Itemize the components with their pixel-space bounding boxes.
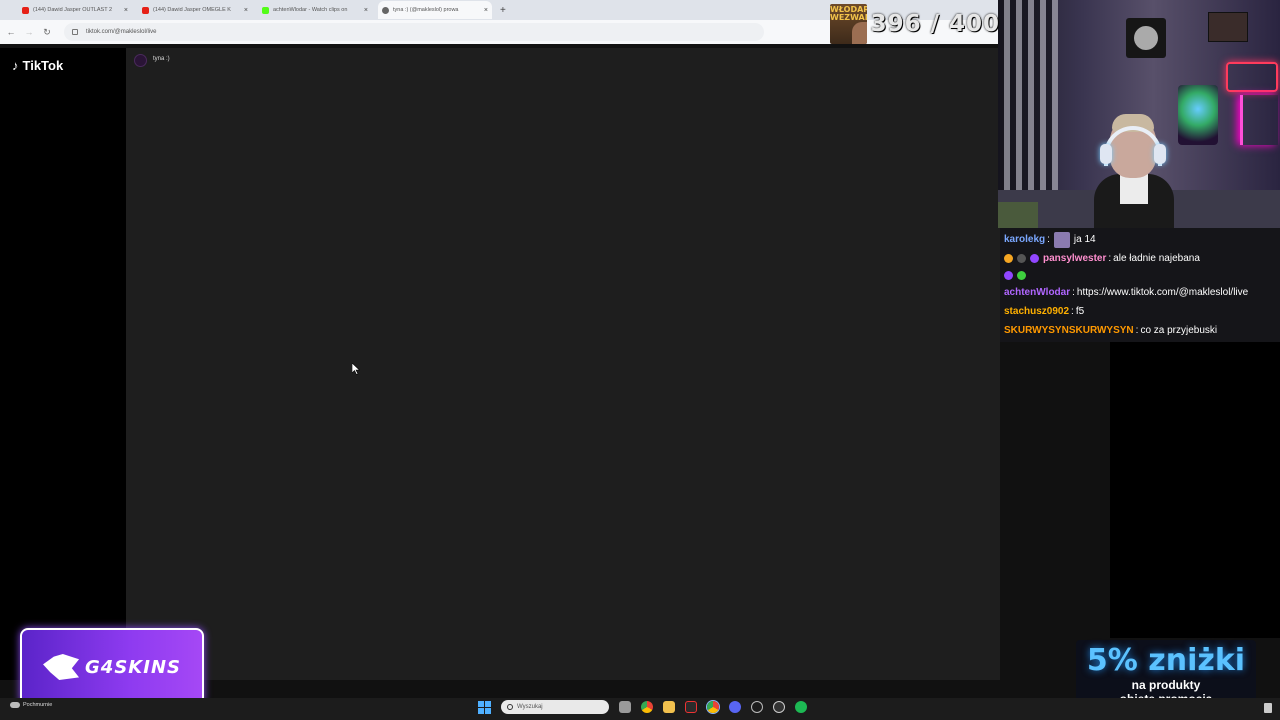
windows-taskbar: Pochmurnie Wyszukaj bbox=[0, 698, 1280, 720]
chat-message: achtenWlodar: https://www.tiktok.com/@ma… bbox=[1004, 283, 1276, 302]
reload-icon[interactable]: ↻ bbox=[42, 27, 52, 38]
tab-title: (144) Dawid Jasper OMEGLE K bbox=[153, 7, 231, 13]
screen: (144) Dawid Jasper OUTLAST 2 × (144) Daw… bbox=[0, 0, 1280, 720]
tiktok-live-area[interactable]: tyna :) bbox=[126, 48, 1000, 680]
chat-overlay: karolekg: ja 14 pansylwester: ale ładnie… bbox=[1000, 228, 1280, 342]
mic-badge-icon bbox=[1004, 271, 1013, 280]
goal-counter: 396 / 400 bbox=[870, 11, 1000, 37]
promo-headline: 5% zniżki bbox=[1086, 643, 1246, 678]
tab-title: achtenWlodar - Watch clips on bbox=[273, 7, 348, 13]
tab-close-icon[interactable]: × bbox=[484, 7, 488, 14]
mod-badge-icon bbox=[1017, 254, 1026, 263]
browser-tab-4-active[interactable]: tyna :) (@makleslol) prowa × bbox=[378, 1, 492, 19]
chat-badge-row bbox=[1004, 268, 1276, 283]
sponsor-name: G4SKINS bbox=[85, 656, 181, 678]
task-view-icon[interactable] bbox=[619, 701, 631, 713]
browser-tab-2[interactable]: (144) Dawid Jasper OMEGLE K × bbox=[138, 1, 252, 19]
weather-widget[interactable]: Pochmurnie bbox=[10, 702, 52, 708]
tab-title: tyna :) (@makleslol) prowa bbox=[393, 7, 459, 13]
forward-arrow-icon[interactable]: → bbox=[24, 27, 34, 37]
streamer-shirt bbox=[1120, 174, 1148, 204]
taskbar-apps: Wyszukaj bbox=[478, 700, 807, 714]
spotify-icon[interactable] bbox=[795, 701, 807, 713]
g4skins-logo: G4SKINS bbox=[20, 628, 204, 706]
headphone-ear-left bbox=[1100, 144, 1112, 164]
wall-poster bbox=[1208, 12, 1248, 42]
kick-icon bbox=[262, 6, 269, 14]
chrome-active-icon[interactable] bbox=[707, 701, 719, 713]
chat-message: SKURWYSYNSKURWYSYN: co za przyjebuski bbox=[1004, 321, 1276, 340]
goal-image-figure bbox=[852, 22, 867, 44]
url-text: tiktok.com/@makleslol/live bbox=[86, 29, 157, 35]
file-explorer-icon[interactable] bbox=[663, 701, 675, 713]
chat-username: SKURWYSYNSKURWYSYN bbox=[1004, 325, 1134, 336]
app-c-icon[interactable] bbox=[751, 701, 763, 713]
back-arrow-icon[interactable]: ← bbox=[6, 27, 16, 37]
promo-line-1: na produkty bbox=[1131, 678, 1201, 692]
mouse-cursor-icon bbox=[352, 363, 360, 375]
chat-text: ale ładnie najebana bbox=[1113, 253, 1200, 264]
taskbar-search-input[interactable]: Wyszukaj bbox=[501, 700, 609, 714]
chat-text: f5 bbox=[1075, 306, 1085, 317]
verified-badge-icon bbox=[1017, 271, 1026, 280]
beast-logo-icon bbox=[43, 654, 80, 680]
tab-close-icon[interactable]: × bbox=[244, 7, 248, 14]
search-placeholder: Wyszukaj bbox=[517, 704, 543, 710]
goal-image-text: WŁODARY WEZWANIA bbox=[830, 5, 867, 22]
chat-username: pansylwester bbox=[1043, 253, 1107, 264]
neon-light bbox=[1240, 95, 1278, 145]
chat-message: stachusz0902: f5 bbox=[1004, 302, 1276, 321]
cloud-icon bbox=[10, 702, 20, 708]
tiktok-icon bbox=[382, 6, 389, 14]
url-input[interactable]: tiktok.com/@makleslol/live bbox=[64, 23, 764, 41]
chat-text: co za przyjebuski bbox=[1140, 325, 1218, 336]
search-icon bbox=[507, 704, 513, 710]
new-tab-button[interactable]: + bbox=[500, 5, 506, 16]
live-host-info[interactable]: tyna :) bbox=[134, 54, 170, 67]
gaming-pc bbox=[1178, 85, 1218, 145]
chat-message: pansylwester: ale ładnie najebana bbox=[1004, 249, 1276, 268]
overlay-black-panel bbox=[1110, 342, 1280, 638]
tiktok-logo[interactable]: ♪ TikTok bbox=[12, 58, 63, 73]
chat-text: ja 14 bbox=[1073, 234, 1096, 245]
obs-icon[interactable] bbox=[773, 701, 785, 713]
webcam-feed bbox=[998, 0, 1280, 228]
chrome-icon[interactable] bbox=[641, 701, 653, 713]
youtube-icon bbox=[22, 6, 29, 14]
windows-start-icon[interactable] bbox=[478, 700, 491, 714]
streamer bbox=[1094, 114, 1174, 228]
tiktok-note-icon: ♪ bbox=[12, 58, 19, 73]
chat-emote bbox=[1053, 231, 1070, 248]
chat-username: achtenWlodar bbox=[1004, 287, 1071, 298]
host-name[interactable]: tyna :) bbox=[153, 56, 170, 62]
discord-icon[interactable] bbox=[729, 701, 741, 713]
chat-username: stachusz0902 bbox=[1004, 306, 1070, 317]
chat-username: karolekg bbox=[1004, 234, 1046, 245]
warning-badge-icon bbox=[1004, 254, 1013, 263]
tab-title: (144) Dawid Jasper OUTLAST 2 bbox=[33, 7, 113, 13]
goal-image: WŁODARY WEZWANIA bbox=[830, 4, 867, 44]
avatar[interactable] bbox=[134, 54, 147, 67]
neon-sign bbox=[1226, 62, 1278, 92]
browser-tab-1[interactable]: (144) Dawid Jasper OUTLAST 2 × bbox=[18, 1, 132, 19]
app-icon[interactable] bbox=[685, 701, 697, 713]
notification-icon[interactable] bbox=[1264, 703, 1272, 713]
weather-text: Pochmurnie bbox=[23, 702, 53, 708]
tab-close-icon[interactable]: × bbox=[364, 7, 368, 14]
vinyl-record-frame bbox=[1126, 18, 1166, 58]
tiktok-logo-text: TikTok bbox=[22, 58, 64, 73]
browser-tab-3[interactable]: achtenWlodar - Watch clips on × bbox=[258, 1, 372, 19]
sub-badge-icon bbox=[1030, 254, 1039, 263]
headphone-ear-right bbox=[1154, 144, 1166, 164]
sub-goal-widget: WŁODARY WEZWANIA 396 / 400 bbox=[830, 4, 1000, 44]
tab-close-icon[interactable]: × bbox=[124, 7, 128, 14]
site-info-icon[interactable] bbox=[72, 29, 78, 35]
chat-text: https://www.tiktok.com/@makleslol/live bbox=[1076, 287, 1249, 298]
youtube-icon bbox=[142, 6, 149, 14]
chat-message: karolekg: ja 14 bbox=[1004, 230, 1276, 249]
tiktok-sidebar: ♪ TikTok bbox=[0, 48, 126, 680]
